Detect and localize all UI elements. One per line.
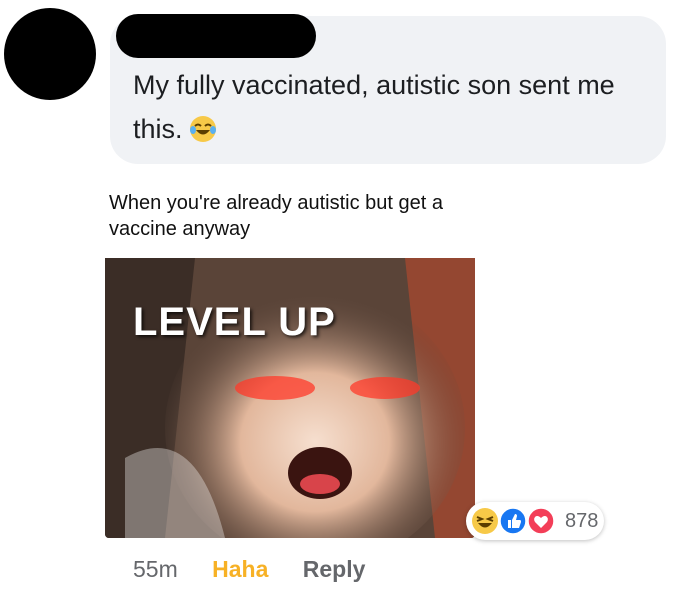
avatar[interactable] xyxy=(4,8,96,100)
comment-actions: 55m Haha Reply xyxy=(133,556,393,583)
haha-reaction-button[interactable]: Haha xyxy=(212,556,268,582)
laughing-tears-emoji-icon xyxy=(189,116,216,142)
like-icon xyxy=(499,507,527,535)
reaction-summary[interactable]: 878 xyxy=(466,502,604,540)
reply-button[interactable]: Reply xyxy=(303,556,366,582)
commenter-name-redacted[interactable] xyxy=(116,14,316,58)
reaction-count: 878 xyxy=(565,510,599,532)
timestamp[interactable]: 55m xyxy=(133,556,178,582)
meme-image[interactable]: When you're already autistic but get a v… xyxy=(105,180,475,538)
level-up-overlay: LEVEL UP xyxy=(133,300,336,344)
haha-icon xyxy=(472,508,498,534)
comment-text: My fully vaccinated, autistic son sent m… xyxy=(133,63,653,151)
meme-caption: When you're already autistic but get a v… xyxy=(109,192,444,240)
love-icon xyxy=(527,507,555,535)
crying-child-photo: LEVEL UP xyxy=(105,258,475,538)
